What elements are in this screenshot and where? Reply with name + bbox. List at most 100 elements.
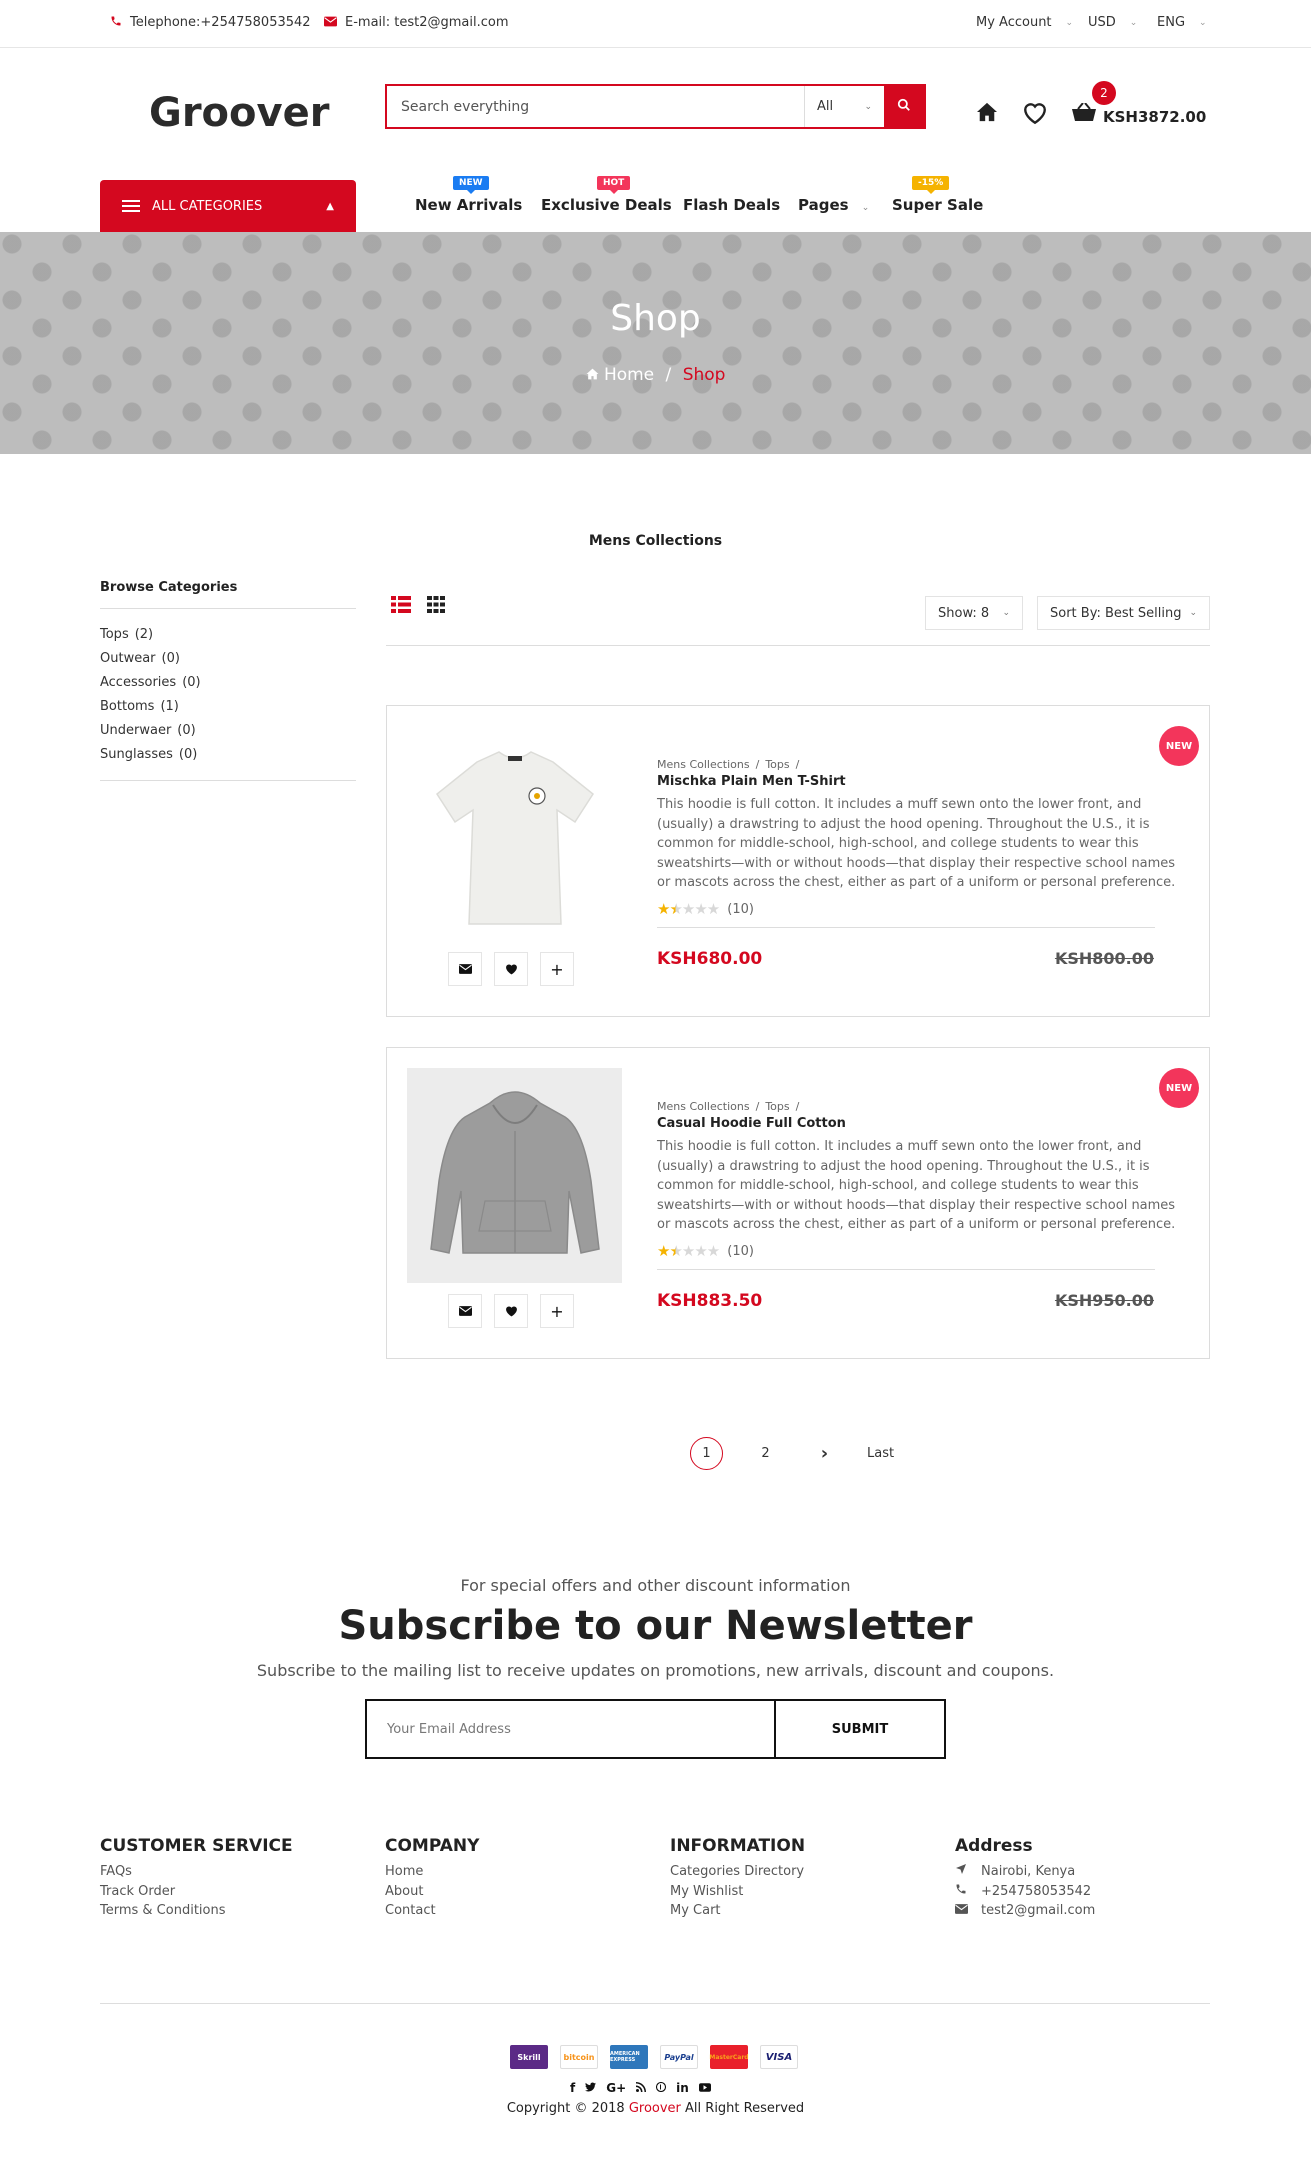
review-count: (10) <box>727 901 754 917</box>
all-categories-button[interactable]: ALL CATEGORIES ▲ <box>100 180 356 232</box>
mail-icon[interactable] <box>448 952 482 986</box>
footer-information: INFORMATION Categories Directory My Wish… <box>670 1836 805 1921</box>
cart-basket-icon[interactable] <box>1072 102 1096 125</box>
footer-link[interactable]: My Wishlist <box>670 1882 805 1902</box>
chevron-down-icon: ⌄ <box>1129 17 1138 28</box>
product-crumb-collection[interactable]: Mens Collections <box>657 758 750 771</box>
search-icon <box>897 98 911 116</box>
show-count-select[interactable]: Show: 8 ⌄ <box>925 596 1023 630</box>
next-page-chevron-icon[interactable]: › <box>808 1437 841 1470</box>
search-button[interactable] <box>884 86 924 127</box>
plus-icon[interactable]: + <box>540 952 574 986</box>
category-item[interactable]: Accessories (0) <box>100 674 201 698</box>
footer-link[interactable]: Home <box>385 1862 479 1882</box>
divider <box>100 2003 1210 2004</box>
product-name[interactable]: Mischka Plain Men T-Shirt <box>657 774 846 789</box>
sort-select[interactable]: Sort By: Best Selling ⌄ <box>1037 596 1210 630</box>
category-item[interactable]: Tops (2) <box>100 626 201 650</box>
product-rating: ★★★★★ (10) <box>657 900 754 918</box>
footer-link[interactable]: About <box>385 1882 479 1902</box>
plus-icon[interactable]: + <box>540 1294 574 1328</box>
chevron-down-icon: ⌄ <box>864 101 872 112</box>
product-description: This hoodie is full cotton. It includes … <box>657 1139 1176 1232</box>
cart-total[interactable]: KSH3872.00 <box>1103 108 1206 126</box>
search-category-select[interactable]: All ⌄ <box>804 86 884 127</box>
phone-icon <box>110 15 122 30</box>
visa-logo: VISA <box>760 2045 798 2069</box>
twitter-icon[interactable] <box>585 2081 597 2095</box>
facebook-icon[interactable]: f <box>570 2081 575 2095</box>
category-name: Accessories <box>100 675 177 690</box>
product-crumb-category[interactable]: Tops <box>765 758 789 771</box>
list-view-icon[interactable] <box>391 596 411 617</box>
divider <box>386 645 1210 646</box>
language-dropdown[interactable]: ENG ⌄ <box>1157 15 1207 30</box>
youtube-icon[interactable] <box>698 2081 711 2095</box>
search-input[interactable] <box>387 86 804 127</box>
pagination: 1 2 › Last <box>690 1437 894 1470</box>
nav-exclusive-deals[interactable]: Exclusive Deals <box>541 196 672 214</box>
copyright-prefix: Copyright © 2018 <box>506 2101 629 2116</box>
wishlist-heart-icon[interactable] <box>1022 101 1048 129</box>
category-count: (0) <box>177 723 196 738</box>
product-crumb-category[interactable]: Tops <box>765 1100 789 1113</box>
footer-link[interactable]: FAQs <box>100 1862 293 1882</box>
footer-customer-service: CUSTOMER SERVICE FAQs Track Order Terms … <box>100 1836 293 1921</box>
nav-super-sale[interactable]: Super Sale <box>892 196 983 214</box>
review-count: (10) <box>727 1243 754 1259</box>
my-account-dropdown[interactable]: My Account ⌄ <box>976 15 1073 30</box>
pinterest-icon[interactable] <box>656 2081 667 2095</box>
show-count-value: Show: 8 <box>938 605 990 621</box>
product-price: KSH883.50 <box>657 1291 763 1311</box>
product-name[interactable]: Casual Hoodie Full Cotton <box>657 1116 846 1131</box>
grid-view-icon[interactable] <box>427 596 445 617</box>
category-item[interactable]: Sunglasses (0) <box>100 746 201 770</box>
category-item[interactable]: Underwaer (0) <box>100 722 201 746</box>
rss-icon[interactable] <box>636 2081 647 2095</box>
category-count: (0) <box>161 651 180 666</box>
envelope-icon <box>324 16 337 30</box>
category-item[interactable]: Outwear (0) <box>100 650 201 674</box>
product-rating: ★★★★★ (10) <box>657 1242 754 1260</box>
newsletter-email-input[interactable] <box>367 1701 774 1757</box>
footer-link[interactable]: Terms & Conditions <box>100 1901 293 1921</box>
newsletter-form: SUBMIT <box>365 1699 946 1759</box>
heart-icon[interactable] <box>494 952 528 986</box>
product-image[interactable] <box>407 726 622 941</box>
breadcrumb-home[interactable]: Home <box>604 365 654 385</box>
nav-pages[interactable]: Pages ⌄ <box>798 196 869 214</box>
page-1[interactable]: 1 <box>690 1437 723 1470</box>
currency-dropdown[interactable]: USD ⌄ <box>1088 15 1137 30</box>
search-category-value: All <box>817 99 834 114</box>
amex-logo: AMERICAN EXPRESS <box>610 2045 648 2069</box>
google-plus-icon[interactable]: G+ <box>606 2081 626 2095</box>
telephone-text: Telephone:+254758053542 <box>130 15 311 30</box>
category-name: Underwaer <box>100 723 172 738</box>
nav-flash-deals[interactable]: Flash Deals <box>683 196 780 214</box>
newsletter-submit-button[interactable]: SUBMIT <box>774 1701 944 1757</box>
category-item[interactable]: Bottoms (1) <box>100 698 201 722</box>
footer-heading: INFORMATION <box>670 1836 806 1856</box>
site-logo[interactable]: Groover <box>149 90 329 136</box>
home-icon[interactable] <box>976 102 998 126</box>
language-label: ENG <box>1157 15 1186 30</box>
nav-new-arrivals[interactable]: New Arrivals <box>415 196 522 214</box>
footer-link[interactable]: My Cart <box>670 1901 805 1921</box>
last-page[interactable]: Last <box>867 1437 894 1470</box>
linkedin-icon[interactable]: in <box>676 2081 689 2095</box>
product-image[interactable] <box>407 1068 622 1283</box>
page-2[interactable]: 2 <box>749 1437 782 1470</box>
heart-icon[interactable] <box>494 1294 528 1328</box>
footer-link[interactable]: Track Order <box>100 1882 293 1902</box>
footer-link[interactable]: Contact <box>385 1901 479 1921</box>
nav-badge-hot: HOT <box>597 176 631 194</box>
crumb-separator: / <box>755 1100 760 1113</box>
copyright-brand[interactable]: Groover <box>629 2101 681 2116</box>
chevron-up-icon: ▲ <box>326 200 334 212</box>
phone-icon <box>955 1882 969 1902</box>
mail-icon[interactable] <box>448 1294 482 1328</box>
product-crumb-collection[interactable]: Mens Collections <box>657 1100 750 1113</box>
footer-link[interactable]: Categories Directory <box>670 1862 805 1882</box>
mastercard-logo: MasterCard <box>709 2045 749 2069</box>
hoodie-image <box>429 1090 600 1254</box>
